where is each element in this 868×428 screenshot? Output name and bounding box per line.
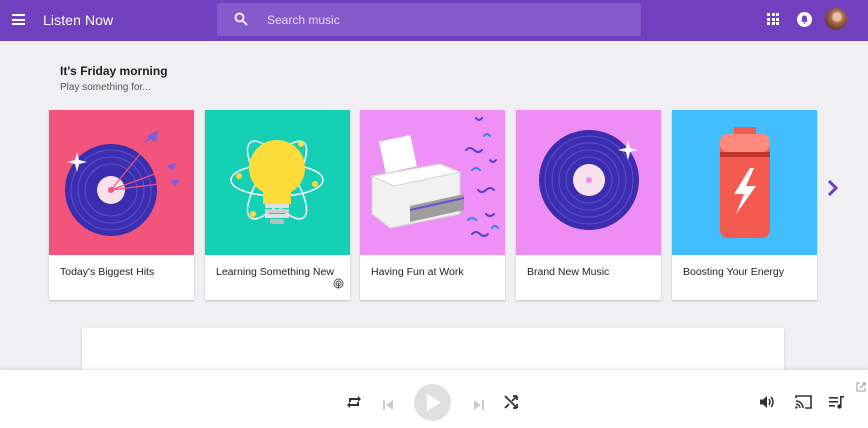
card-having-fun-at-work[interactable]: Having Fun at Work [360,110,505,300]
cast-icon[interactable] [795,395,812,414]
queue-icon[interactable] [829,396,844,414]
card-label: Today's Biggest Hits [60,266,155,278]
volume-icon[interactable] [760,395,775,414]
card-label: Learning Something New [216,266,334,278]
card-label: Having Fun at Work [371,266,464,278]
shuffle-icon[interactable] [504,395,518,414]
avatar[interactable] [825,8,847,30]
card-art-record-arrows [49,110,194,255]
notifications-icon[interactable] [797,12,812,27]
section-subtitle: Play something for... [60,82,151,93]
play-icon [427,394,441,411]
card-art-battery [672,110,817,255]
search-input[interactable]: Search music [267,13,340,27]
card-label: Boosting Your Energy [683,266,784,278]
top-bar: Listen Now Search music [0,0,868,41]
carousel-next-icon[interactable] [826,178,840,203]
card-brand-new-music[interactable]: Brand New Music [516,110,661,300]
section-title: It's Friday morning [60,64,168,78]
card-learning-something-new[interactable]: Learning Something New [205,110,350,300]
repeat-icon[interactable] [346,395,362,414]
card-boosting-your-energy[interactable]: Boosting Your Energy [672,110,817,300]
search-bar[interactable]: Search music [217,3,641,36]
popout-icon[interactable] [856,379,866,397]
search-icon[interactable] [234,12,248,31]
podcast-icon [333,276,344,294]
card-art-printer [360,110,505,255]
player-bar [0,370,868,428]
page-title: Listen Now [43,12,114,28]
apps-grid-icon[interactable] [767,13,779,25]
content-panel [82,328,784,373]
previous-icon[interactable] [383,397,393,415]
card-label: Brand New Music [527,266,610,278]
card-art-lightbulb [205,110,350,255]
card-art-record [516,110,661,255]
next-icon[interactable] [474,397,484,415]
menu-icon[interactable] [12,14,25,25]
card-todays-biggest-hits[interactable]: Today's Biggest Hits [49,110,194,300]
play-button[interactable] [414,384,451,421]
